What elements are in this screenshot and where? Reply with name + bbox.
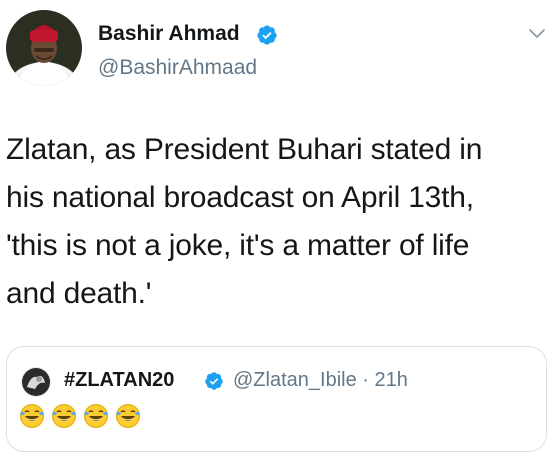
- face-with-tears-of-joy-emoji: [52, 404, 76, 428]
- user-handle[interactable]: @BashirAhmaad: [98, 56, 257, 80]
- quoted-tweet-text: [19, 403, 141, 429]
- quoted-tweet[interactable]: #ZLATAN20 @Zlatan_Ibile · 21h: [6, 346, 547, 452]
- chevron-down-icon[interactable]: [528, 28, 546, 40]
- avatar[interactable]: [6, 10, 82, 86]
- verified-badge-icon: [257, 25, 277, 45]
- verified-badge-icon: [205, 372, 223, 390]
- face-with-tears-of-joy-emoji: [20, 404, 44, 428]
- face-with-tears-of-joy-emoji: [84, 404, 108, 428]
- tweet-card: Bashir Ahmad @BashirAhmaad Zlatan, as Pr…: [0, 0, 554, 466]
- face-with-tears-of-joy-emoji: [116, 404, 140, 428]
- display-name[interactable]: Bashir Ahmad: [98, 22, 240, 46]
- quoted-handle-time[interactable]: @Zlatan_Ibile · 21h: [233, 369, 408, 392]
- quoted-display-name[interactable]: #ZLATAN20: [64, 369, 174, 392]
- tweet-text: Zlatan, as President Buhari stated in hi…: [6, 133, 483, 310]
- quoted-avatar[interactable]: [21, 367, 51, 397]
